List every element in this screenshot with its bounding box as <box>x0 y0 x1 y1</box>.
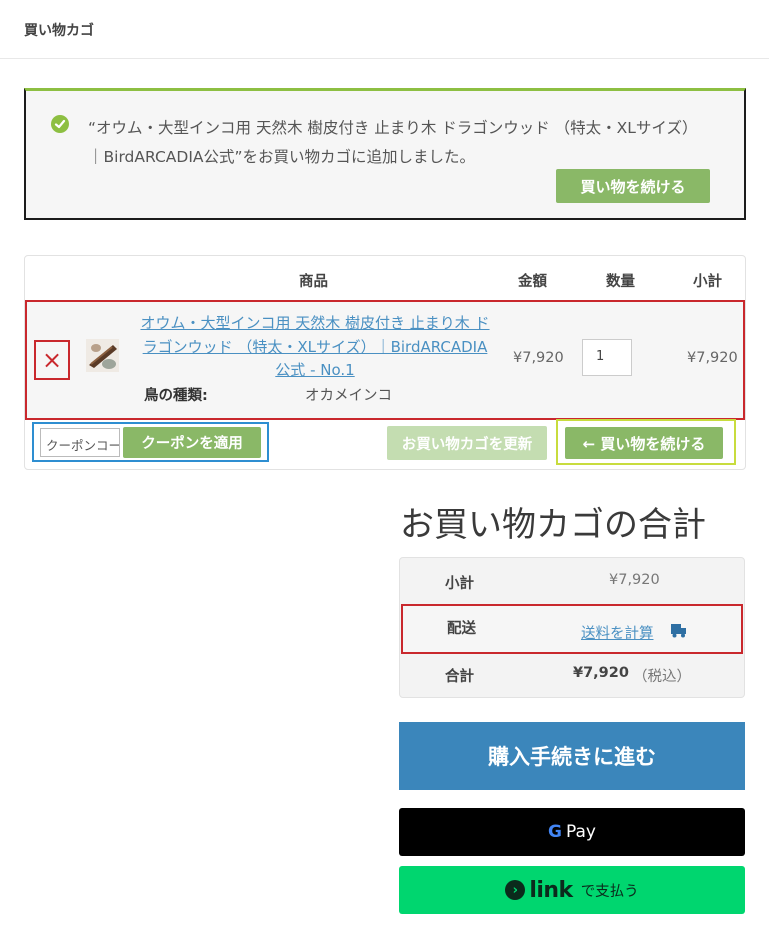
subtotal-label: 小計 <box>445 576 474 592</box>
product-name-link[interactable]: オウム・大型インコ用 天然木 樹皮付き 止まり木 ドラゴンウッド （特太・XLサ… <box>137 312 493 383</box>
item-price: ¥7,920 <box>513 350 564 366</box>
subtotal-value: ¥7,920 <box>609 572 660 588</box>
update-cart-button[interactable]: お買い物カゴを更新 <box>387 426 547 460</box>
calculate-shipping-link[interactable]: 送料を計算 <box>581 622 654 643</box>
column-header-product: 商品 <box>299 274 328 290</box>
notice-continue-shopping-button[interactable]: 買い物を続ける <box>556 169 710 203</box>
cart-table: 商品 金額 数量 小計 × オウム・大型インコ用 天然木 樹皮付き 止まり木 ド… <box>24 255 746 470</box>
proceed-to-checkout-button[interactable]: 購入手続きに進む <box>399 722 745 790</box>
page-header: 買い物カゴ <box>0 0 769 59</box>
shipping-label: 配送 <box>447 621 476 637</box>
cart-item-row: × オウム・大型インコ用 天然木 樹皮付き 止まり木 ドラゴンウッド （特太・X… <box>25 300 745 420</box>
page-title: 買い物カゴ <box>24 23 94 39</box>
notice-message: “オウム・大型インコ用 天然木 樹皮付き 止まり木 ドラゴンウッド （特太・XL… <box>88 119 698 166</box>
column-header-quantity: 数量 <box>606 274 635 290</box>
column-header-price: 金額 <box>518 274 547 290</box>
link-logo-text: link <box>529 877 573 903</box>
link-pay-label: で支払う <box>580 883 639 900</box>
product-thumbnail[interactable] <box>86 339 119 372</box>
check-circle-icon <box>51 115 69 133</box>
cart-totals-title: お買い物カゴの合計 <box>400 505 706 545</box>
google-g-icon: G <box>548 822 562 842</box>
shipping-row: 配送 送料を計算 <box>401 604 743 654</box>
coupon-code-input[interactable]: クーポンコード <box>40 428 120 457</box>
remove-item-button[interactable]: × <box>34 340 70 380</box>
continue-shopping-button[interactable]: ← 買い物を続ける <box>565 427 723 459</box>
apply-coupon-button[interactable]: クーポンを適用 <box>123 427 261 458</box>
variation-label: 鳥の種類: <box>144 388 208 404</box>
link-arrow-icon: › <box>505 880 526 900</box>
cart-added-notice: “オウム・大型インコ用 天然木 樹皮付き 止まり木 ドラゴンウッド （特太・XL… <box>24 88 746 220</box>
coupon-area: クーポンコード クーポンを適用 <box>32 422 269 462</box>
total-label: 合計 <box>445 669 474 685</box>
column-header-subtotal: 小計 <box>693 274 722 290</box>
google-pay-button[interactable]: G Pay <box>399 808 745 856</box>
continue-shopping-area: ← 買い物を続ける <box>556 419 736 465</box>
variation-value: オカメインコ <box>305 388 392 404</box>
item-subtotal: ¥7,920 <box>687 350 738 366</box>
quantity-input[interactable]: 1 <box>582 339 632 376</box>
total-value: ¥7,920 <box>573 665 629 681</box>
cart-totals-table: 小計 ¥7,920 配送 送料を計算 合計 ¥7,920 （税込） <box>399 557 745 698</box>
tax-note: （税込） <box>633 669 691 685</box>
google-pay-label: Pay <box>566 822 596 842</box>
truck-icon[interactable] <box>671 624 687 638</box>
link-pay-button[interactable]: › link で支払う <box>399 866 745 914</box>
